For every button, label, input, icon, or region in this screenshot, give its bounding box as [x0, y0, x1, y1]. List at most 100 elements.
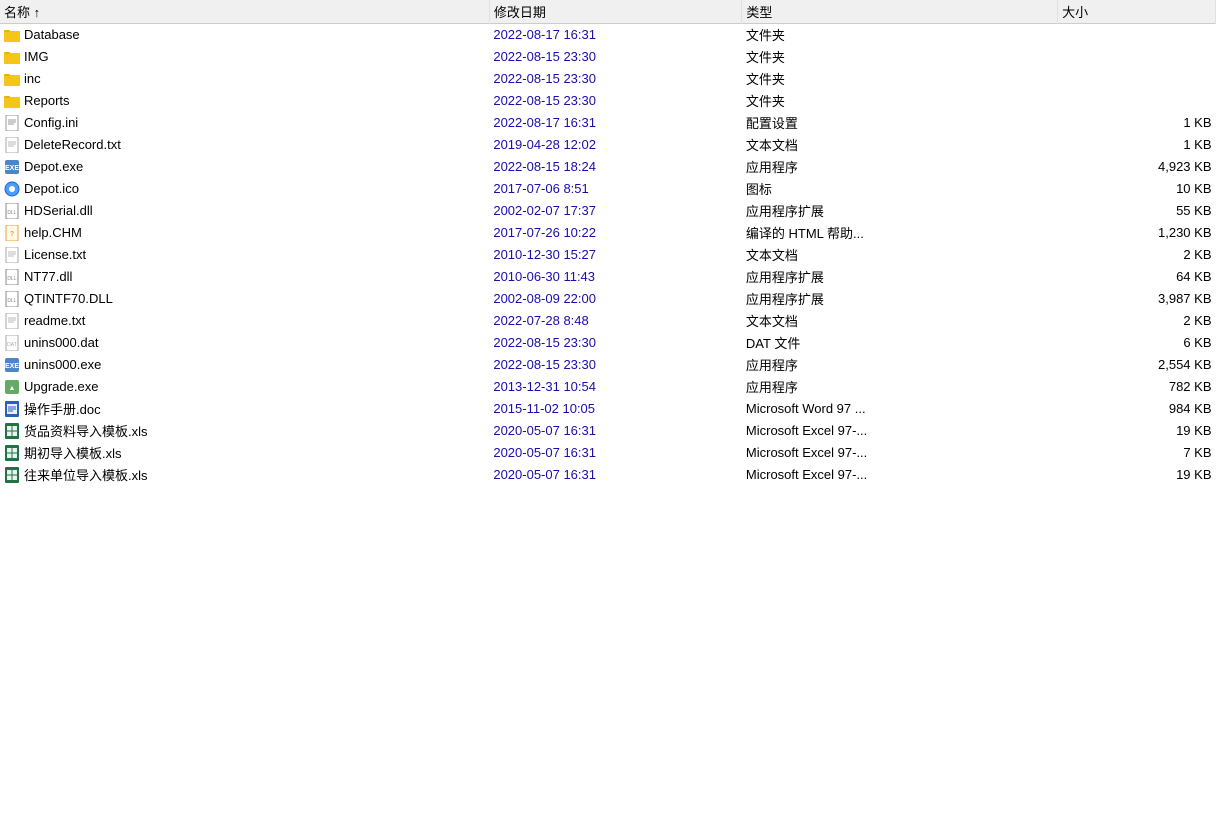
- file-date-cell: 2022-08-15 23:30: [489, 90, 742, 112]
- table-row[interactable]: readme.txt2022-07-28 8:48文本文档2 KB: [0, 310, 1216, 332]
- file-type-cell: 文本文档: [742, 310, 1058, 332]
- file-type-cell: 图标: [742, 178, 1058, 200]
- file-type-cell: 编译的 HTML 帮助...: [742, 222, 1058, 244]
- file-type-cell: Microsoft Excel 97-...: [742, 442, 1058, 464]
- file-icon: [4, 445, 20, 461]
- table-row[interactable]: DLL NT77.dll2010-06-30 11:43应用程序扩展64 KB: [0, 266, 1216, 288]
- file-name-label: unins000.exe: [24, 357, 101, 372]
- file-type-cell: 应用程序扩展: [742, 266, 1058, 288]
- file-name-cell: DLL HDSerial.dll: [0, 200, 489, 222]
- file-name-cell: ? help.CHM: [0, 222, 489, 244]
- file-date-cell: 2022-08-17 16:31: [489, 112, 742, 134]
- file-icon: [4, 93, 20, 109]
- file-name-label: readme.txt: [24, 313, 85, 328]
- table-row[interactable]: EXE unins000.exe2022-08-15 23:30应用程序2,55…: [0, 354, 1216, 376]
- file-name-label: HDSerial.dll: [24, 203, 93, 218]
- svg-text:DLL: DLL: [7, 276, 16, 282]
- table-row[interactable]: DAT unins000.dat2022-08-15 23:30DAT 文件6 …: [0, 332, 1216, 354]
- file-date-cell: 2002-08-09 22:00: [489, 288, 742, 310]
- file-name-label: Database: [24, 27, 80, 42]
- table-row[interactable]: Depot.ico2017-07-06 8:51图标10 KB: [0, 178, 1216, 200]
- file-type-cell: 文件夹: [742, 46, 1058, 68]
- file-name-cell: ▲ Upgrade.exe: [0, 376, 489, 398]
- file-size-cell: 19 KB: [1058, 420, 1216, 442]
- table-row[interactable]: IMG2022-08-15 23:30文件夹: [0, 46, 1216, 68]
- file-list-table: 名称 ↑ 修改日期 类型 大小 Database2022-08-17 16:31…: [0, 0, 1216, 486]
- svg-text:DLL: DLL: [7, 210, 16, 216]
- col-header-name[interactable]: 名称 ↑: [0, 0, 489, 24]
- table-row[interactable]: DLL HDSerial.dll2002-02-07 17:37应用程序扩展55…: [0, 200, 1216, 222]
- file-type-cell: 应用程序扩展: [742, 200, 1058, 222]
- table-row[interactable]: Reports 2022-08-15 23:30文件夹: [0, 90, 1216, 112]
- file-name-label: Reports: [24, 93, 70, 108]
- file-type-cell: 应用程序: [742, 354, 1058, 376]
- col-header-date[interactable]: 修改日期: [489, 0, 742, 24]
- file-size-cell: [1058, 46, 1216, 68]
- file-name-cell: 货品资料导入模板.xls: [0, 420, 489, 442]
- file-date-cell: 2022-08-15 23:30: [489, 354, 742, 376]
- col-header-type[interactable]: 类型: [742, 0, 1058, 24]
- table-row[interactable]: DLL QTINTF70.DLL2002-08-09 22:00应用程序扩展3,…: [0, 288, 1216, 310]
- file-type-cell: 应用程序扩展: [742, 288, 1058, 310]
- file-name-label: Config.ini: [24, 115, 78, 130]
- file-name-cell: DeleteRecord.txt: [0, 134, 489, 156]
- file-date-cell: 2020-05-07 16:31: [489, 464, 742, 486]
- file-size-cell: 3,987 KB: [1058, 288, 1216, 310]
- file-type-cell: 应用程序: [742, 376, 1058, 398]
- file-icon: [4, 313, 20, 329]
- file-type-cell: 应用程序: [742, 156, 1058, 178]
- file-date-cell: 2010-06-30 11:43: [489, 266, 742, 288]
- table-row[interactable]: 往来单位导入模板.xls2020-05-07 16:31Microsoft Ex…: [0, 464, 1216, 486]
- file-name-cell: readme.txt: [0, 310, 489, 332]
- table-row[interactable]: 货品资料导入模板.xls2020-05-07 16:31Microsoft Ex…: [0, 420, 1216, 442]
- file-size-cell: 2 KB: [1058, 310, 1216, 332]
- table-row[interactable]: 操作手册.doc2015-11-02 10:05Microsoft Word 9…: [0, 398, 1216, 420]
- file-size-cell: 2 KB: [1058, 244, 1216, 266]
- file-date-cell: 2010-12-30 15:27: [489, 244, 742, 266]
- file-icon: EXE: [4, 159, 20, 175]
- file-name-cell: DLL NT77.dll: [0, 266, 489, 288]
- file-date-cell: 2013-12-31 10:54: [489, 376, 742, 398]
- file-type-cell: 文件夹: [742, 24, 1058, 46]
- file-size-cell: 19 KB: [1058, 464, 1216, 486]
- file-name-label: 操作手册.doc: [24, 399, 101, 418]
- file-date-cell: 2022-08-15 23:30: [489, 68, 742, 90]
- table-row[interactable]: License.txt2010-12-30 15:27文本文档2 KB: [0, 244, 1216, 266]
- file-name-label: unins000.dat: [24, 335, 98, 350]
- col-header-size[interactable]: 大小: [1058, 0, 1216, 24]
- file-name-cell: DLL QTINTF70.DLL: [0, 288, 489, 310]
- file-size-cell: 1 KB: [1058, 112, 1216, 134]
- file-icon: ▲: [4, 379, 20, 395]
- file-name-label: help.CHM: [24, 225, 82, 240]
- file-date-cell: 2020-05-07 16:31: [489, 420, 742, 442]
- table-row[interactable]: DeleteRecord.txt2019-04-28 12:02文本文档1 KB: [0, 134, 1216, 156]
- file-icon: [4, 401, 20, 417]
- table-row[interactable]: ? help.CHM2017-07-26 10:22编译的 HTML 帮助...…: [0, 222, 1216, 244]
- file-size-cell: [1058, 68, 1216, 90]
- file-size-cell: 4,923 KB: [1058, 156, 1216, 178]
- file-name-cell: IMG: [0, 46, 489, 68]
- file-size-cell: 1,230 KB: [1058, 222, 1216, 244]
- file-icon: DLL: [4, 291, 20, 307]
- file-type-cell: 文件夹: [742, 90, 1058, 112]
- table-row[interactable]: Config.ini2022-08-17 16:31配置设置1 KB: [0, 112, 1216, 134]
- file-date-cell: 2022-08-15 23:30: [489, 46, 742, 68]
- file-date-cell: 2020-05-07 16:31: [489, 442, 742, 464]
- file-name-label: inc: [24, 71, 41, 86]
- file-name-cell: inc: [0, 68, 489, 90]
- table-row[interactable]: Database2022-08-17 16:31文件夹: [0, 24, 1216, 46]
- table-row[interactable]: ▲ Upgrade.exe2013-12-31 10:54应用程序782 KB: [0, 376, 1216, 398]
- file-name-cell: EXE unins000.exe: [0, 354, 489, 376]
- file-type-cell: 文本文档: [742, 134, 1058, 156]
- file-name-cell: Database: [0, 24, 489, 46]
- table-row[interactable]: EXE Depot.exe2022-08-15 18:24应用程序4,923 K…: [0, 156, 1216, 178]
- file-size-cell: 1 KB: [1058, 134, 1216, 156]
- file-type-cell: Microsoft Word 97 ...: [742, 398, 1058, 420]
- file-name-cell: EXE Depot.exe: [0, 156, 489, 178]
- file-name-label: 货品资料导入模板.xls: [24, 421, 148, 440]
- file-date-cell: 2022-08-15 23:30: [489, 332, 742, 354]
- file-size-cell: [1058, 24, 1216, 46]
- table-row[interactable]: 期初导入模板.xls2020-05-07 16:31Microsoft Exce…: [0, 442, 1216, 464]
- table-row[interactable]: inc2022-08-15 23:30文件夹: [0, 68, 1216, 90]
- file-size-cell: 782 KB: [1058, 376, 1216, 398]
